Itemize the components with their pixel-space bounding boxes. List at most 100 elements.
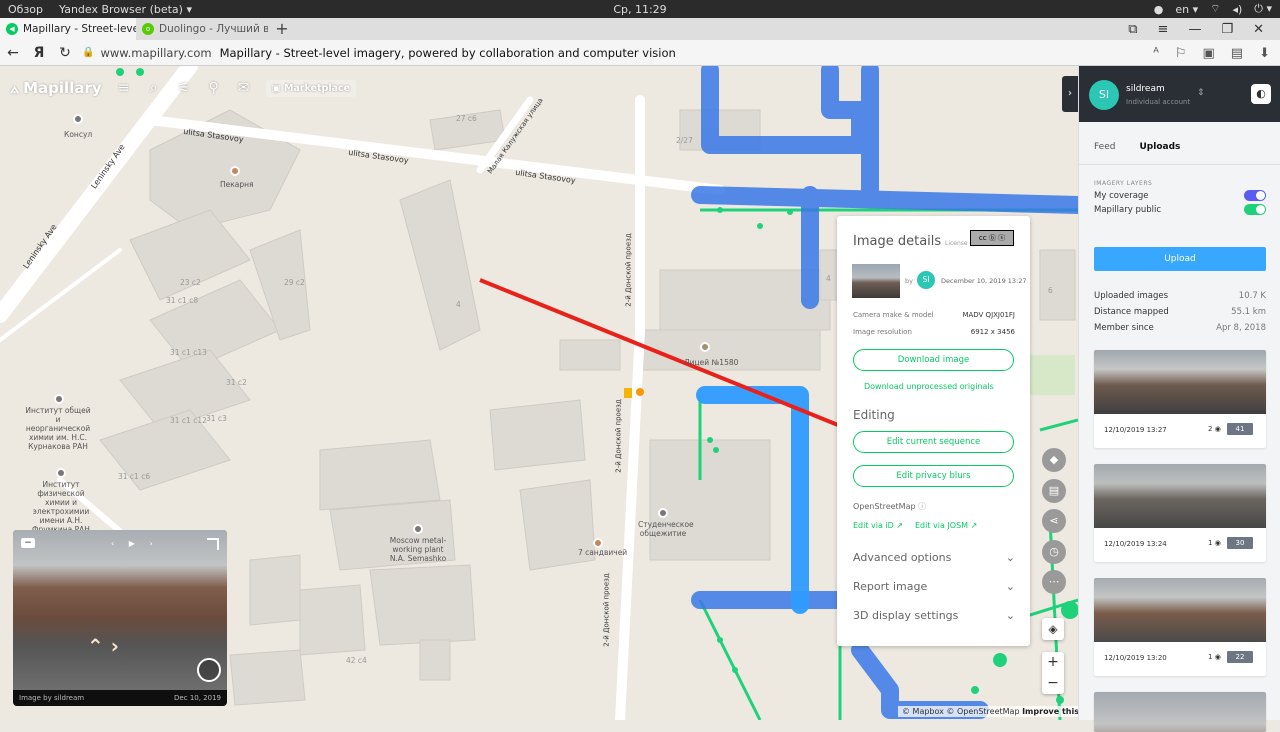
translate-icon[interactable]: ᴬ <box>1153 46 1159 61</box>
wifi-icon[interactable]: ⌔ <box>1210 2 1220 16</box>
share-icon[interactable]: ⋖ <box>1042 509 1066 533</box>
street-label: 2-й Донской проезд <box>602 573 611 647</box>
minimize-viewer-icon[interactable]: − <box>21 538 35 548</box>
poi-marker-icon[interactable] <box>54 394 64 404</box>
chevron-down-icon: ⌄ <box>1005 551 1015 564</box>
navigation-arrows-icon[interactable]: ⌃ › <box>87 634 119 658</box>
os-overview[interactable]: Обзор <box>0 3 51 16</box>
restaurant-icon[interactable] <box>593 538 603 548</box>
os-language[interactable]: en ▾ <box>1175 3 1198 16</box>
street-image[interactable] <box>13 530 227 690</box>
edit-via-josm-link[interactable]: Edit via JOSM ↗ <box>915 521 977 530</box>
image-viewer[interactable]: − ‹ ▶ › ⌃ › Image by sildream Dec 10, 20… <box>13 530 227 706</box>
upload-thumbnail[interactable] <box>1094 464 1266 528</box>
upload-thumbnail[interactable] <box>1094 350 1266 414</box>
hamburger-menu-icon[interactable]: ≡ <box>116 80 132 96</box>
chat-icon[interactable]: ✉ <box>236 80 252 96</box>
minimize-icon[interactable]: — <box>1188 22 1201 37</box>
url-title[interactable]: Mapillary - Street-level imagery, powere… <box>220 46 676 60</box>
search-icon[interactable]: ⌕ <box>146 80 162 96</box>
lock-icon[interactable]: 🔒 <box>82 47 94 58</box>
chevron-down-icon: ⌄ <box>1005 609 1015 622</box>
expand-viewer-icon[interactable] <box>207 538 219 550</box>
chevron-updown-icon[interactable]: ⇕ <box>1197 88 1205 98</box>
tab-title: Mapillary - Street-level i <box>23 23 136 35</box>
image-thumbnail[interactable] <box>852 264 900 298</box>
avatar[interactable]: SI <box>1089 80 1119 110</box>
school-icon[interactable] <box>700 342 710 352</box>
power-icon[interactable]: ⏻ ▾ <box>1254 2 1272 16</box>
compass-icon[interactable] <box>197 658 221 682</box>
edit-via-id-link[interactable]: Edit via iD ↗ <box>853 521 903 530</box>
3d-display-toggle[interactable]: 3D display settings ⌄ <box>853 609 1015 622</box>
poi-label: 7 сандвичей <box>578 548 628 557</box>
more-icon[interactable]: ⋯ <box>1042 570 1066 594</box>
extension-icon[interactable]: ▤ <box>1231 46 1243 61</box>
reload-icon[interactable]: ↻ <box>52 45 78 61</box>
upload-card[interactable]: 12/10/2019 13:27 2 ◉ 41 <box>1094 350 1266 448</box>
tab-feed[interactable]: Feed <box>1094 142 1115 152</box>
upload-thumbnail[interactable] <box>1094 692 1266 732</box>
settings-icon[interactable]: ◐ <box>1251 84 1271 104</box>
volume-icon[interactable]: ◂) <box>1232 3 1242 16</box>
my-coverage-toggle[interactable] <box>1244 190 1266 201</box>
upload-thumbnail[interactable] <box>1094 578 1266 642</box>
poi-marker-icon[interactable] <box>413 524 423 534</box>
uploader-avatar[interactable]: SI <box>917 271 935 289</box>
cc-license-badge[interactable]: cc ⓑ ⓢ <box>970 230 1014 246</box>
stat-value: 55.1 km <box>1231 307 1266 317</box>
back-icon[interactable]: ← <box>0 45 26 61</box>
image-author[interactable]: Image by sildream <box>19 694 84 702</box>
edit-sequence-button[interactable]: Edit current sequence <box>853 431 1014 453</box>
report-image-toggle[interactable]: Report image ⌄ <box>853 580 1015 593</box>
filter-icon[interactable]: ⚟ <box>176 80 192 96</box>
upload-card[interactable]: 12/10/2019 13:24 1 ◉ 30 <box>1094 464 1266 562</box>
comment-icon[interactable]: ▤ <box>1042 479 1066 503</box>
restore-icon[interactable]: ❐ <box>1221 22 1233 37</box>
poi-marker-icon[interactable] <box>658 508 668 518</box>
edit-privacy-blurs-button[interactable]: Edit privacy blurs <box>853 465 1014 487</box>
poi-marker-icon[interactable] <box>56 468 66 478</box>
os-browser-menu[interactable]: Yandex Browser (beta) ▾ <box>51 3 200 16</box>
tab-uploads[interactable]: Uploads <box>1139 142 1180 152</box>
tab-mapillary[interactable]: ◀ Mapillary - Street-level i × <box>0 18 136 40</box>
zoom-out-button[interactable]: − <box>1042 673 1064 694</box>
3d-display-label: 3D display settings <box>853 609 959 622</box>
download-image-button[interactable]: Download image <box>853 349 1014 371</box>
download-icon[interactable]: ⬇ <box>1259 46 1270 61</box>
bookmarks-icon[interactable]: ⧉ <box>1128 22 1137 37</box>
close-window-icon[interactable]: ✕ <box>1253 22 1264 37</box>
upload-button[interactable]: Upload <box>1094 247 1266 271</box>
new-tab-button[interactable]: + <box>268 18 296 40</box>
extension-icon[interactable]: ▣ <box>1203 46 1215 61</box>
tag-icon[interactable]: ◆ <box>1042 448 1066 472</box>
image-details-title: Image details <box>853 234 942 249</box>
download-originals-link[interactable]: Download unprocessed originals <box>864 382 994 391</box>
username[interactable]: sildream <box>1126 84 1165 94</box>
bookmark-icon[interactable]: ⚐ <box>1175 46 1187 61</box>
divider <box>1079 164 1280 165</box>
history-icon[interactable]: ◷ <box>1042 540 1066 564</box>
eye-icon: ◉ <box>1214 653 1221 661</box>
resolution-label: Image resolution <box>853 328 912 336</box>
url-domain[interactable]: www.mapillary.com <box>100 46 211 60</box>
playback-controls[interactable]: ‹ ▶ › <box>111 539 159 548</box>
help-icon[interactable]: ⓘ <box>918 502 926 511</box>
bakery-icon[interactable] <box>230 166 240 176</box>
layers-icon[interactable]: ◈ <box>1042 618 1064 640</box>
user-location-icon[interactable]: ⚲ <box>206 80 222 96</box>
marketplace-button[interactable]: ▣ Marketplace <box>265 79 357 97</box>
chrome-icon[interactable]: ● <box>1154 3 1164 16</box>
attribution-text[interactable]: © Mapbox © OpenStreetMap <box>902 707 1020 716</box>
upload-card[interactable]: 12/10/2019 13:20 1 ◉ 22 <box>1094 578 1266 676</box>
mapillary-logo[interactable]: ⟑ Mapillary <box>10 79 102 97</box>
public-layer-toggle[interactable] <box>1244 204 1266 215</box>
upload-card[interactable] <box>1094 692 1266 732</box>
tab-duolingo[interactable]: o Duolingo - Лучший в мире <box>136 18 268 40</box>
zoom-in-button[interactable]: + <box>1042 652 1064 673</box>
yandex-icon[interactable]: Я <box>26 45 52 61</box>
collapse-sidebar-icon[interactable]: › <box>1062 76 1078 112</box>
advanced-options-toggle[interactable]: Advanced options ⌄ <box>853 551 1015 564</box>
menu-icon[interactable]: ≡ <box>1158 22 1169 37</box>
poi-marker-icon[interactable] <box>73 114 83 124</box>
